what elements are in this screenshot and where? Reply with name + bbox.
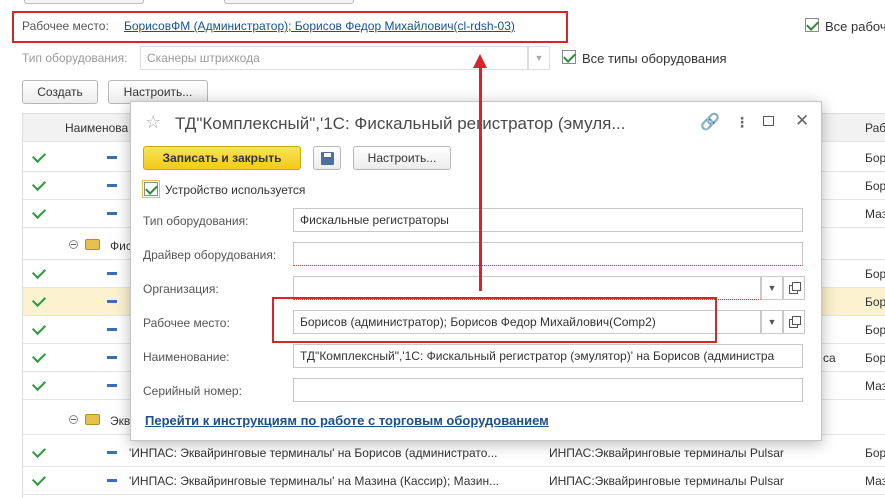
check-icon (31, 443, 47, 459)
annotation-box-dialog (272, 297, 717, 343)
row-driver: са (823, 351, 836, 365)
annotation-arrow-head-icon (473, 54, 487, 68)
driver-label: Драйвер оборудования: (143, 248, 277, 262)
save-icon-button[interactable] (313, 146, 341, 170)
item-icon (107, 356, 117, 359)
row-driver: ИНПАС:Эквайринговые терминалы Pulsar (549, 446, 784, 460)
all-types-label: Все типы оборудования (582, 51, 727, 66)
workplace-link[interactable]: БорисовФМ (Администратор); Борисов Федор… (124, 19, 515, 33)
item-icon (107, 328, 117, 331)
check-icon (31, 376, 47, 392)
item-icon (107, 479, 117, 482)
column-header-name[interactable]: Наименова (65, 121, 128, 135)
collapse-icon[interactable] (69, 240, 78, 249)
check-icon (31, 264, 47, 280)
workplace-dropdown-icon[interactable]: ▼ (761, 310, 783, 334)
check-icon (31, 204, 47, 220)
row-name: 'ИНПАС: Эквайринговые терминалы' на Мази… (129, 474, 500, 488)
maximize-icon[interactable] (763, 116, 774, 126)
name-label: Наименование: (143, 350, 230, 364)
device-used-label: Устройство используется (165, 183, 306, 197)
close-icon[interactable]: ✕ (795, 111, 809, 131)
equipment-type-field[interactable]: Сканеры штрихкода (140, 46, 528, 70)
organization-open-icon[interactable] (783, 276, 805, 300)
row-workplace: Бор (865, 179, 885, 193)
all-workplaces-checkbox[interactable] (805, 18, 819, 32)
table-row[interactable]: 'ИНПАС: Эквайринговые терминалы' на Бори… (23, 439, 885, 467)
check-icon (31, 320, 47, 336)
check-icon (31, 348, 47, 364)
row-name: 'ИНПАС: Эквайринговые терминалы' на Бори… (129, 446, 498, 460)
equipment-type-label: Тип оборудования: (22, 51, 128, 65)
item-icon (107, 451, 117, 454)
item-icon (107, 384, 117, 387)
equipment-type-value: Фискальные регистраторы (300, 213, 449, 227)
row-workplace: Бор (865, 295, 885, 309)
equipment-dialog: ☆ ТД"Комплексный",'1С: Фискальный регист… (130, 101, 822, 441)
serial-label: Серийный номер: (143, 384, 242, 398)
all-workplaces-label: Все рабоч (825, 19, 885, 34)
equipment-type-value: Сканеры штрихкода (147, 51, 260, 65)
row-workplace: Бор (865, 446, 885, 460)
folder-icon (85, 239, 100, 250)
item-icon (107, 212, 117, 215)
name-value: ТД"Комплексный",'1С: Фискальный регистра… (300, 349, 775, 363)
row-workplace: Бор (865, 267, 885, 281)
workplace-label: Рабочее место: (143, 316, 230, 330)
row-workplace: Маз (865, 207, 885, 221)
item-icon (107, 300, 117, 303)
annotation-arrow-line (479, 66, 482, 291)
name-field[interactable]: ТД"Комплексный",'1С: Фискальный регистра… (293, 344, 803, 368)
clipped-toolbar-remnant (24, 0, 354, 4)
all-types-checkbox[interactable] (562, 50, 576, 64)
row-workplace: Маз (865, 379, 885, 393)
row-driver: ИНПАС:Эквайринговые терминалы Pulsar (549, 474, 784, 488)
floppy-disk-label-strip (324, 153, 331, 157)
dialog-title: ТД"Комплексный",'1С: Фискальный регистра… (175, 114, 626, 133)
favorite-star-icon[interactable]: ☆ (145, 112, 161, 133)
equipment-type-dropdown-icon[interactable]: ▼ (528, 46, 550, 70)
collapse-icon[interactable] (69, 415, 78, 424)
row-workplace: Маз (865, 474, 885, 488)
save-close-button[interactable]: Записать и закрыть (143, 146, 301, 170)
group-label: Экв (110, 414, 131, 428)
row-workplace: Бор (865, 351, 885, 365)
link-icon[interactable]: 🔗 (700, 112, 720, 132)
organization-dropdown-icon[interactable]: ▼ (761, 276, 783, 300)
instructions-link[interactable]: Перейти к инструкциям по работе с торгов… (145, 413, 549, 428)
group-label: Фис (110, 239, 132, 253)
equipment-type-label: Тип оборудования: (143, 214, 249, 228)
check-icon (31, 176, 47, 192)
create-button[interactable]: Создать (22, 80, 98, 104)
check-icon (31, 148, 47, 164)
table-row[interactable]: 'ИНПАС: Эквайринговые терминалы' на Мази… (23, 467, 885, 495)
check-icon (31, 471, 47, 487)
driver-field[interactable] (293, 242, 803, 266)
organization-label: Организация: (143, 282, 219, 296)
dialog-equipment-type-field[interactable]: Фискальные регистраторы (293, 208, 803, 232)
serial-field[interactable] (293, 378, 803, 402)
workplace-open-icon[interactable] (783, 310, 805, 334)
device-used-checkbox[interactable] (142, 180, 160, 198)
item-icon (107, 272, 117, 275)
item-icon (107, 184, 117, 187)
dialog-configure-button[interactable]: Настроить... (353, 146, 451, 170)
row-workplace: Бор (865, 323, 885, 337)
check-icon (31, 292, 47, 308)
folder-icon (85, 414, 100, 425)
item-icon (107, 156, 117, 159)
column-header-workplace[interactable]: Раб (865, 121, 885, 135)
workplace-label: Рабочее место: (22, 19, 109, 33)
row-workplace: Бор (865, 151, 885, 165)
more-menu-icon[interactable]: ⋮ (735, 114, 749, 131)
